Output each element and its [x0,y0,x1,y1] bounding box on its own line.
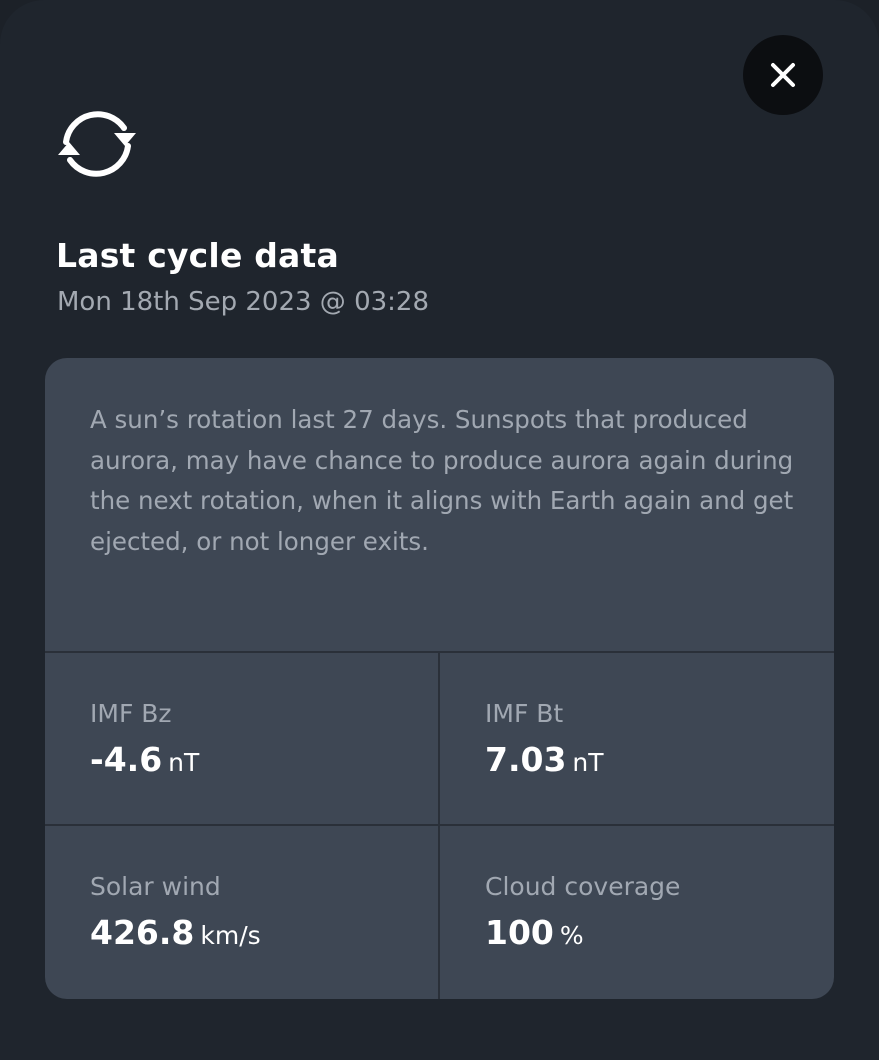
stat-value: 100 [485,913,554,952]
stat-imf-bz: IMF Bz -4.6 nT [90,699,430,779]
stat-label: Solar wind [90,872,221,901]
stat-label: Cloud coverage [485,872,681,901]
rotation-description: A sun’s rotation last 27 days. Sunspots … [90,405,794,556]
stat-unit: nT [572,748,604,777]
close-button[interactable] [743,35,823,115]
divider [438,652,440,999]
page-title: Last cycle data [56,236,339,275]
cycle-arrows-icon [58,111,136,177]
stat-unit: km/s [200,921,261,950]
cycle-timestamp: Mon 18th Sep 2023 @ 03:28 [57,287,429,317]
stat-value: 426.8 [90,913,195,952]
stat-unit: nT [168,748,200,777]
stat-label: IMF Bt [485,699,564,728]
stat-unit: % [559,921,584,950]
stat-cloud-coverage: Cloud coverage 100% [485,872,825,952]
stat-value: 7.03 [485,740,567,779]
stat-label: IMF Bz [90,699,172,728]
cycle-info-card: A sun’s rotation last 27 days. Sunspots … [45,358,834,999]
bottom-sheet: Last cycle data Mon 18th Sep 2023 @ 03:2… [0,0,879,1060]
close-icon [771,63,795,87]
stat-value: -4.6 [90,740,163,779]
stat-solar-wind: Solar wind 426.8 km/s [90,872,430,952]
stat-imf-bt: IMF Bt 7.03 nT [485,699,825,779]
